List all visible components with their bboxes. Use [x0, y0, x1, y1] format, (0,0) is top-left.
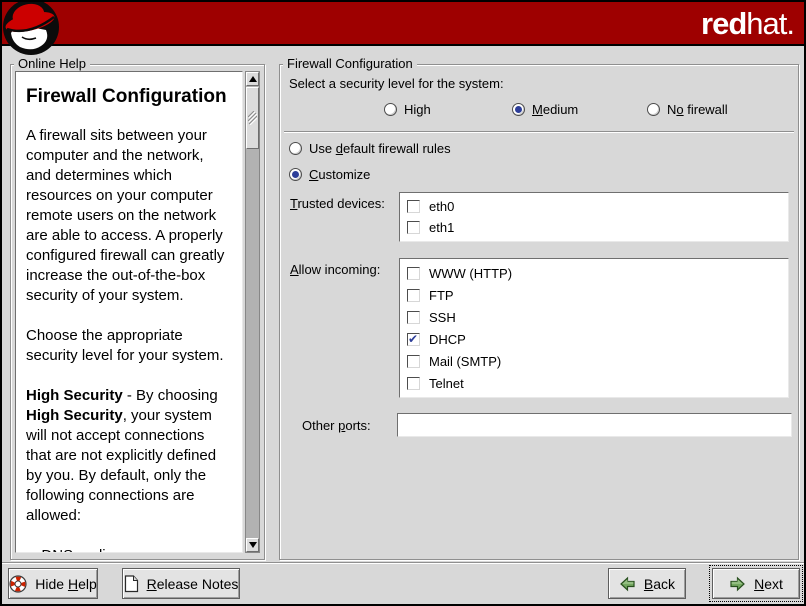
- checkbox[interactable]: [407, 289, 420, 302]
- scrollbar-down-icon: [249, 542, 257, 548]
- radio-no-firewall[interactable]: No firewall: [647, 102, 728, 117]
- help-paragraph: Choose the appropriate security level fo…: [26, 326, 232, 366]
- back-label: Back: [644, 576, 675, 592]
- life-preserver-icon: [9, 575, 27, 593]
- trusted-devices-list[interactable]: eth0 eth1: [399, 192, 789, 242]
- online-help-frame-title: Online Help: [14, 56, 90, 71]
- thumb-grip-icon: [248, 111, 257, 125]
- firewall-configuration-frame: Firewall Configuration Select a security…: [279, 64, 799, 560]
- radio-button[interactable]: [647, 103, 660, 116]
- radio-label: Medium: [532, 102, 578, 117]
- checkbox-label: SSH: [429, 310, 456, 325]
- checkbox[interactable]: [407, 200, 420, 213]
- checkbox-label: Telnet: [429, 376, 464, 391]
- checkbox-label: WWW (HTTP): [429, 266, 512, 281]
- radio-label: High: [404, 102, 431, 117]
- shadowman-logo-icon: [2, 0, 62, 58]
- allow-incoming-row[interactable]: Telnet: [400, 372, 788, 394]
- radio-label: Use default firewall rules: [309, 141, 451, 156]
- allow-incoming-row[interactable]: FTP: [400, 284, 788, 306]
- wordmark-bold: red: [701, 6, 746, 41]
- scroll-up-button[interactable]: [246, 72, 259, 86]
- radio-medium[interactable]: Medium: [512, 102, 578, 117]
- installer-window: redhat. Online Help Firewall Configurati…: [0, 0, 806, 606]
- next-arrow-icon: [729, 576, 746, 592]
- footer-separator: [2, 562, 804, 564]
- help-paragraph: High Security - By choosing High Securit…: [26, 386, 232, 526]
- checkbox[interactable]: [407, 267, 420, 280]
- header-band: redhat.: [2, 2, 804, 46]
- checkbox[interactable]: [407, 355, 420, 368]
- radio-button[interactable]: [289, 142, 302, 155]
- radio-label: Customize: [309, 167, 370, 182]
- help-paragraph: A firewall sits between your computer an…: [26, 126, 232, 306]
- release-notes-label: Release Notes: [147, 576, 239, 592]
- next-button[interactable]: Next: [712, 568, 800, 599]
- checkbox-label: eth1: [429, 220, 454, 235]
- back-arrow-icon: [619, 576, 636, 592]
- checkbox-label: Mail (SMTP): [429, 354, 501, 369]
- checkbox[interactable]: [407, 333, 420, 346]
- scroll-down-button[interactable]: [246, 538, 259, 552]
- radio-button[interactable]: [512, 103, 525, 116]
- allow-incoming-row[interactable]: SSH: [400, 306, 788, 328]
- release-notes-button[interactable]: Release Notes: [122, 568, 240, 599]
- allow-incoming-row[interactable]: Mail (SMTP): [400, 350, 788, 372]
- checkbox-label: DHCP: [429, 332, 466, 347]
- help-bold-text: High Security: [26, 387, 123, 404]
- radio-use-default-rules[interactable]: Use default firewall rules: [289, 141, 451, 156]
- help-bullet-list: DNS replies DHCP - so any network: [26, 546, 232, 553]
- security-level-prompt: Select a security level for the system:: [289, 76, 504, 91]
- hide-help-label: Hide Help: [35, 576, 97, 592]
- checkbox[interactable]: [407, 311, 420, 324]
- scrollbar-up-icon: [249, 76, 257, 82]
- trusted-devices-label: Trusted devices:: [290, 196, 385, 211]
- checkbox-label: eth0: [429, 199, 454, 214]
- help-title: Firewall Configuration: [26, 86, 232, 108]
- checkbox[interactable]: [407, 221, 420, 234]
- hide-help-button[interactable]: Hide Help: [8, 568, 98, 599]
- radio-customize[interactable]: Customize: [289, 167, 370, 182]
- help-bullet: DNS replies: [32, 546, 232, 553]
- checkbox[interactable]: [407, 377, 420, 390]
- radio-label: No firewall: [667, 102, 728, 117]
- release-notes-icon: [124, 575, 139, 593]
- checkbox-label: FTP: [429, 288, 454, 303]
- other-ports-label: Other ports:: [302, 418, 371, 433]
- next-label: Next: [754, 576, 783, 592]
- allow-incoming-list[interactable]: WWW (HTTP) FTP SSH DHCP: [399, 258, 789, 398]
- radio-button[interactable]: [384, 103, 397, 116]
- scrollbar-thumb[interactable]: [246, 87, 259, 149]
- horizontal-separator: [284, 131, 794, 133]
- firewall-frame-title: Firewall Configuration: [283, 56, 417, 71]
- back-button[interactable]: Back: [608, 568, 686, 599]
- redhat-wordmark: redhat.: [701, 5, 794, 43]
- allow-incoming-label: Allow incoming:: [290, 262, 380, 277]
- radio-high[interactable]: High: [384, 102, 431, 117]
- online-help-frame: Online Help Firewall Configuration A fir…: [10, 64, 265, 560]
- help-scrollbar[interactable]: [245, 71, 260, 553]
- other-ports-input[interactable]: [397, 413, 792, 437]
- trusted-device-row[interactable]: eth0: [400, 196, 788, 217]
- radio-button[interactable]: [289, 168, 302, 181]
- help-bold-text: High Security: [26, 407, 123, 424]
- wordmark-regular: hat.: [746, 6, 794, 41]
- allow-incoming-row[interactable]: DHCP: [400, 328, 788, 350]
- trusted-device-row[interactable]: eth1: [400, 217, 788, 238]
- help-text-view: Firewall Configuration A firewall sits b…: [15, 71, 243, 553]
- allow-incoming-row[interactable]: WWW (HTTP): [400, 262, 788, 284]
